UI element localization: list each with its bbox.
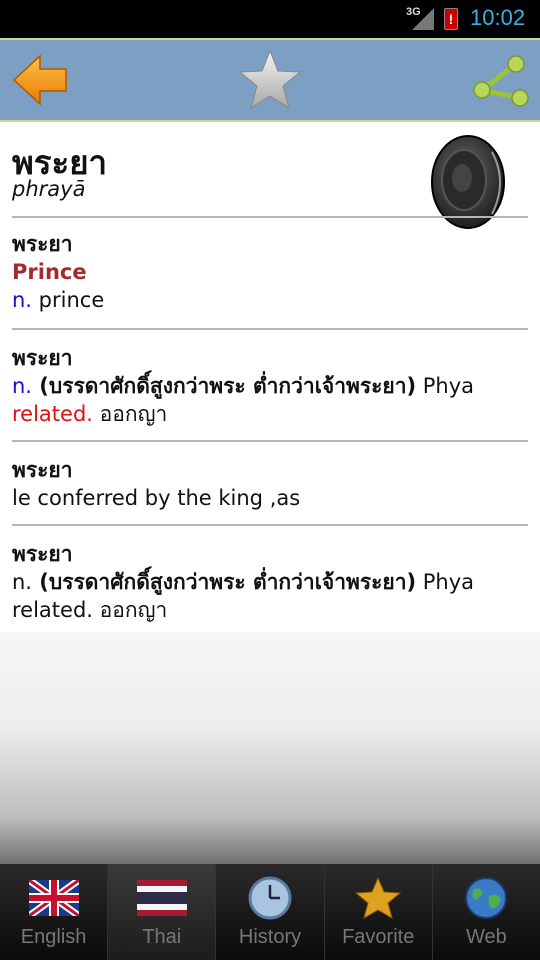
tab-label: Thai: [142, 926, 182, 948]
toolbar: [0, 38, 540, 122]
transliteration: phrayā: [12, 177, 86, 201]
back-button[interactable]: [0, 40, 80, 120]
entry-definition: le conferred by the king ,as: [12, 486, 301, 510]
star-icon: [238, 49, 302, 110]
part-of-speech: n.: [12, 374, 32, 398]
clock-icon: [248, 876, 292, 920]
part-of-speech: n.: [12, 570, 32, 594]
related-label: related.: [12, 598, 93, 622]
tab-label: Web: [466, 926, 507, 948]
divider: [12, 524, 528, 526]
entry-definition: (บรรดาศักดิ์สูงกว่าพระ ต่ำกว่าเจ้าพระยา): [32, 570, 417, 594]
tab-favorite[interactable]: Favorite: [324, 864, 433, 960]
part-of-speech: n.: [12, 288, 32, 312]
entry-word: พระยา: [12, 542, 73, 566]
uk-flag-icon: [28, 880, 79, 916]
divider: [12, 216, 528, 218]
entry-translation: Phya: [416, 374, 475, 398]
related-word: ออกญา: [92, 402, 168, 426]
empty-area: [0, 632, 540, 864]
tab-label: History: [238, 926, 302, 948]
status-bar: 3G ! 10:02: [0, 0, 540, 38]
entry-word: พระยา: [12, 232, 73, 256]
entry-definition: prince: [32, 288, 105, 312]
divider: [12, 328, 528, 330]
bottom-tab-bar: English Thai History Favorite Web: [0, 864, 540, 960]
related-word: ออกญา: [92, 598, 168, 622]
tab-thai[interactable]: Thai: [108, 864, 217, 960]
thai-flag-icon: [136, 880, 187, 916]
share-button[interactable]: [460, 40, 540, 120]
entry-sense: Prince: [12, 260, 87, 284]
globe-icon: [465, 877, 508, 919]
related-label: related.: [12, 402, 93, 426]
entry-translation: Phya: [416, 570, 475, 594]
star-icon: [354, 876, 402, 920]
list-item[interactable]: พระยา Prince n. prince: [12, 230, 532, 314]
tab-english[interactable]: English: [0, 864, 109, 960]
back-arrow-icon: [12, 54, 67, 106]
entry-definition: (บรรดาศักดิ์สูงกว่าพระ ต่ำกว่าเจ้าพระยา): [32, 374, 417, 398]
list-item[interactable]: พระยา n. (บรรดาศักดิ์สูงกว่าพระ ต่ำกว่าเ…: [12, 540, 532, 624]
entry-content: พระยา phrayā พระยา Prince n. prince พระย…: [0, 122, 540, 632]
list-item[interactable]: พระยา n. (บรรดาศักดิ์สูงกว่าพระ ต่ำกว่าเ…: [12, 344, 532, 428]
clock-time: 10:02: [470, 5, 526, 30]
entry-word: พระยา: [12, 346, 73, 370]
share-icon: [473, 55, 529, 107]
tab-web[interactable]: Web: [432, 864, 540, 960]
tab-label: English: [20, 926, 87, 948]
tab-history[interactable]: History: [216, 864, 325, 960]
divider: [12, 440, 528, 442]
entry-word: พระยา: [12, 458, 73, 482]
signal-icon: [412, 8, 434, 30]
tab-label: Favorite: [342, 926, 415, 948]
favorite-button[interactable]: [225, 40, 315, 120]
list-item[interactable]: พระยา le conferred by the king ,as: [12, 456, 532, 512]
battery-icon: !: [444, 8, 458, 30]
